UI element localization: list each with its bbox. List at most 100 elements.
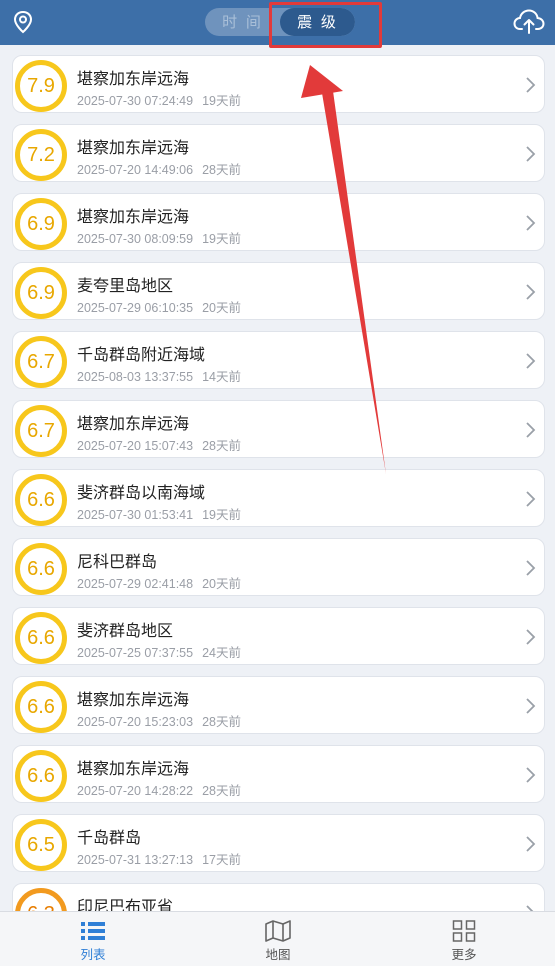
quake-time: 2025-07-29 02:41:48: [77, 577, 194, 591]
quake-ago: 28天前: [202, 163, 241, 177]
quake-time: 2025-08-03 13:37:55: [77, 370, 194, 384]
quake-ago: 28天前: [202, 784, 241, 798]
earthquake-list[interactable]: 7.9 堪察加东岸远海 2025-07-30 07:24:49 19天前 7.2 …: [0, 45, 555, 911]
tab-sort-by-time[interactable]: 时 间: [205, 8, 280, 36]
chevron-right-icon: [526, 146, 536, 162]
quake-meta: 2025-07-30 07:24:49 19天前: [77, 90, 241, 109]
quake-ago: 20天前: [202, 301, 241, 315]
chevron-right-icon: [526, 629, 536, 645]
quake-location: 斐济群岛以南海域: [77, 483, 206, 502]
quake-row[interactable]: 6.6 尼科巴群岛 2025-07-29 02:41:48 20天前: [12, 538, 545, 596]
quake-time: 2025-07-30 08:09:59: [77, 232, 194, 246]
magnitude-badge: 6.5: [15, 819, 67, 871]
quake-time: 2025-07-31 13:27:13: [77, 853, 194, 867]
quake-ago: 20天前: [202, 577, 241, 591]
magnitude-badge: 6.6: [15, 612, 67, 664]
map-pin-icon[interactable]: [12, 10, 34, 34]
chevron-right-icon: [526, 836, 536, 852]
quake-time: 2025-07-25 07:37:55: [77, 646, 194, 660]
quake-meta: 2025-07-30 08:09:59 19天前: [77, 228, 241, 247]
grid-icon: [452, 920, 476, 942]
list-icon: [81, 922, 105, 940]
sort-segmented-control: 时 间 震 级: [205, 8, 355, 36]
magnitude-badge: 6.9: [15, 198, 67, 250]
quake-ago: 28天前: [202, 439, 241, 453]
magnitude-badge: 6.3: [15, 888, 67, 911]
magnitude-badge: 6.6: [15, 750, 67, 802]
chevron-right-icon: [526, 284, 536, 300]
quake-time: 2025-07-20 15:07:43: [77, 439, 194, 453]
chevron-right-icon: [526, 491, 536, 507]
quake-row[interactable]: 6.7 千岛群岛附近海域 2025-08-03 13:37:55 14天前: [12, 331, 545, 389]
quake-row[interactable]: 6.3 印尼巴布亚省: [12, 883, 545, 911]
quake-location: 千岛群岛附近海域: [77, 345, 206, 364]
quake-row[interactable]: 6.6 堪察加东岸远海 2025-07-20 15:23:03 28天前: [12, 676, 545, 734]
quake-time: 2025-07-30 07:24:49: [77, 94, 194, 108]
quake-ago: 19天前: [202, 94, 241, 108]
magnitude-badge: 6.6: [15, 681, 67, 733]
magnitude-badge: 6.9: [15, 267, 67, 319]
cloud-upload-icon[interactable]: [513, 8, 545, 36]
quake-meta: 2025-07-20 14:28:22 28天前: [77, 780, 241, 799]
quake-row[interactable]: 6.6 堪察加东岸远海 2025-07-20 14:28:22 28天前: [12, 745, 545, 803]
quake-meta: 2025-07-29 02:41:48 20天前: [77, 573, 241, 592]
chevron-right-icon: [526, 767, 536, 783]
quake-row[interactable]: 6.7 堪察加东岸远海 2025-07-20 15:07:43 28天前: [12, 400, 545, 458]
magnitude-badge: 7.2: [15, 129, 67, 181]
magnitude-badge: 6.6: [15, 543, 67, 595]
quake-ago: 14天前: [202, 370, 241, 384]
quake-location: 堪察加东岸远海: [77, 759, 190, 778]
quake-row[interactable]: 7.9 堪察加东岸远海 2025-07-30 07:24:49 19天前: [12, 55, 545, 113]
tab-list[interactable]: 列表: [43, 912, 143, 966]
map-icon: [265, 920, 291, 942]
tab-sort-by-magnitude[interactable]: 震 级: [280, 8, 355, 36]
quake-location: 斐济群岛地区: [77, 621, 174, 640]
chevron-right-icon: [526, 560, 536, 576]
chevron-right-icon: [526, 353, 536, 369]
magnitude-badge: 6.6: [15, 474, 67, 526]
quake-ago: 24天前: [202, 646, 241, 660]
tab-map[interactable]: 地图: [228, 912, 328, 966]
chevron-right-icon: [526, 77, 536, 93]
quake-location: 麦夸里岛地区: [77, 276, 174, 295]
quake-time: 2025-07-20 14:49:06: [77, 163, 194, 177]
quake-row[interactable]: 7.2 堪察加东岸远海 2025-07-20 14:49:06 28天前: [12, 124, 545, 182]
quake-meta: 2025-07-30 01:53:41 19天前: [77, 504, 241, 523]
quake-time: 2025-07-30 01:53:41: [77, 508, 194, 522]
quake-time: 2025-07-29 06:10:35: [77, 301, 194, 315]
quake-meta: 2025-07-31 13:27:13 17天前: [77, 849, 241, 868]
quake-row[interactable]: 6.9 麦夸里岛地区 2025-07-29 06:10:35 20天前: [12, 262, 545, 320]
quake-row[interactable]: 6.6 斐济群岛地区 2025-07-25 07:37:55 24天前: [12, 607, 545, 665]
quake-row[interactable]: 6.5 千岛群岛 2025-07-31 13:27:13 17天前: [12, 814, 545, 872]
quake-row[interactable]: 6.6 斐济群岛以南海域 2025-07-30 01:53:41 19天前: [12, 469, 545, 527]
quake-location: 堪察加东岸远海: [77, 207, 190, 226]
quake-meta: 2025-07-20 15:07:43 28天前: [77, 435, 241, 454]
chevron-right-icon: [526, 215, 536, 231]
tab-more[interactable]: 更多: [414, 912, 514, 966]
quake-time: 2025-07-20 15:23:03: [77, 715, 194, 729]
quake-meta: 2025-07-25 07:37:55 24天前: [77, 642, 241, 661]
chevron-right-icon: [526, 422, 536, 438]
quake-location: 尼科巴群岛: [77, 552, 158, 571]
chevron-right-icon: [526, 905, 534, 911]
quake-location: 堪察加东岸远海: [77, 690, 190, 709]
quake-row[interactable]: 6.9 堪察加东岸远海 2025-07-30 08:09:59 19天前: [12, 193, 545, 251]
quake-ago: 19天前: [202, 508, 241, 522]
quake-ago: 28天前: [202, 715, 241, 729]
quake-location: 千岛群岛: [77, 828, 142, 847]
quake-time: 2025-07-20 14:28:22: [77, 784, 194, 798]
quake-location: 堪察加东岸远海: [77, 138, 190, 157]
quake-meta: 2025-07-20 15:23:03 28天前: [77, 711, 241, 730]
magnitude-badge: 6.7: [15, 405, 67, 457]
tab-list-label: 列表: [80, 947, 106, 962]
tab-map-label: 地图: [265, 947, 291, 962]
chevron-right-icon: [526, 698, 536, 714]
magnitude-badge: 7.9: [15, 60, 67, 112]
tab-more-label: 更多: [451, 947, 477, 962]
bottom-tab-bar: 列表 地图 更多: [0, 911, 555, 966]
quake-meta: 2025-07-20 14:49:06 28天前: [77, 159, 241, 178]
top-bar: 时 间 震 级: [0, 0, 555, 45]
quake-location: 印尼巴布亚省: [77, 897, 174, 911]
quake-meta: 2025-08-03 13:37:55 14天前: [77, 366, 241, 385]
quake-meta: 2025-07-29 06:10:35 20天前: [77, 297, 241, 316]
